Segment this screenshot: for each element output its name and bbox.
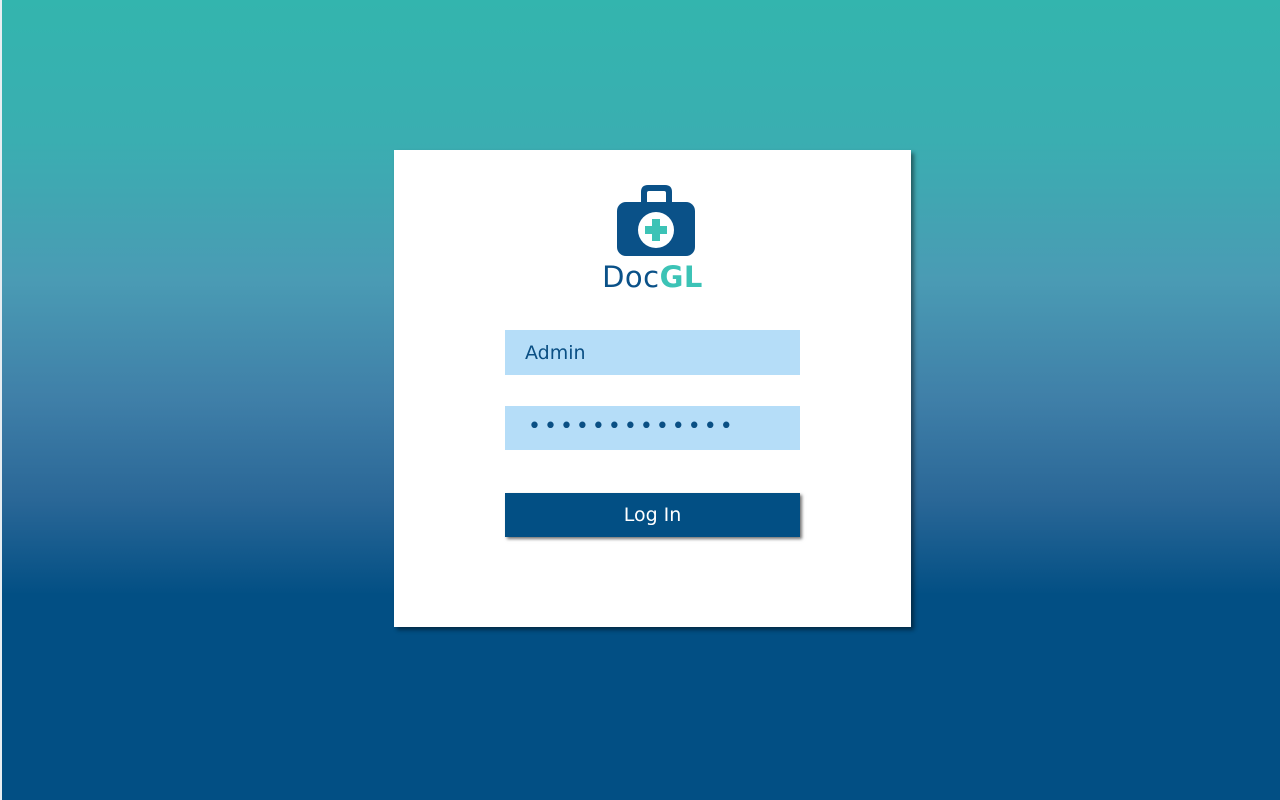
login-button[interactable]: Log In xyxy=(505,493,800,537)
password-value: ••••••••••••• xyxy=(528,414,736,439)
brand-name-accent: GL xyxy=(659,260,703,294)
username-field[interactable]: Admin xyxy=(505,330,800,375)
brand-name-primary: Doc xyxy=(602,260,660,294)
medical-kit-icon xyxy=(616,184,696,258)
username-value: Admin xyxy=(525,342,586,364)
password-field[interactable]: ••••••••••••• xyxy=(505,406,800,450)
window-left-edge xyxy=(0,0,2,800)
brand-name: DocGL xyxy=(394,260,911,294)
login-card: DocGL Admin ••••••••••••• Log In xyxy=(394,150,911,627)
